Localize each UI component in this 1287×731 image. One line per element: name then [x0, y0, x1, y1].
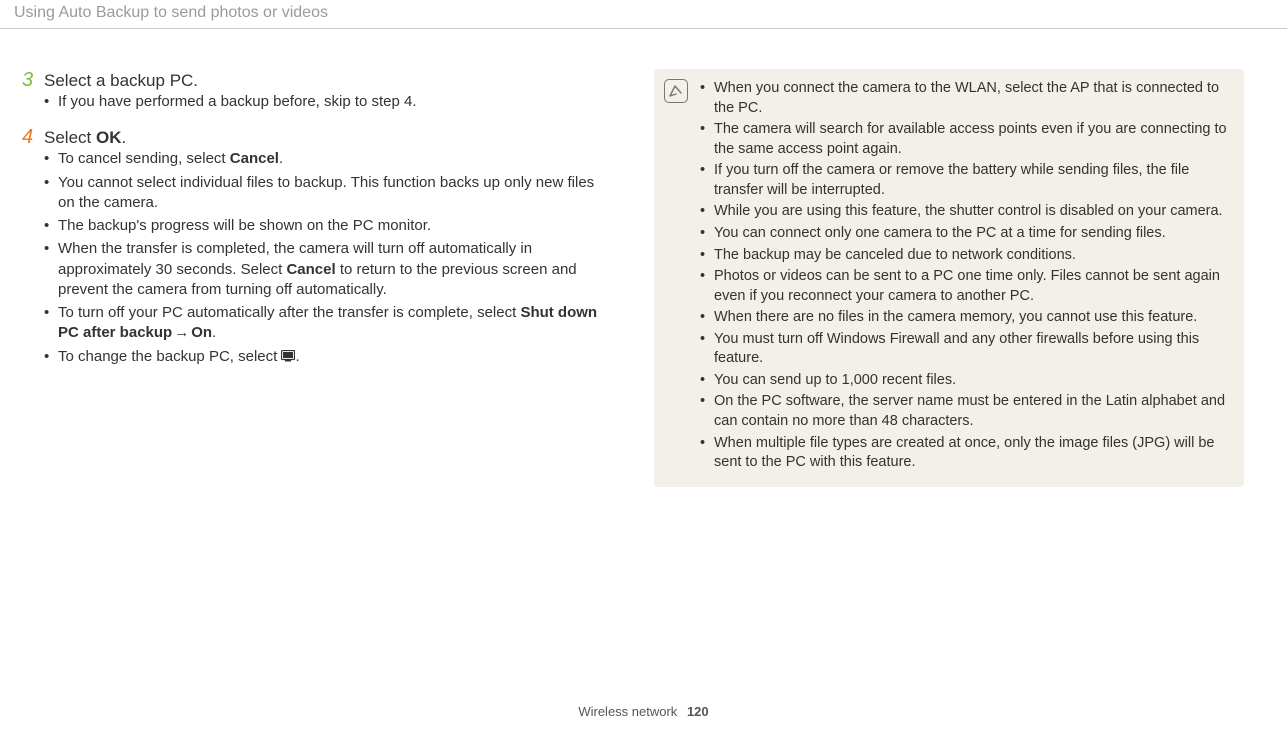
- note-text: When there are no files in the camera me…: [714, 309, 1197, 325]
- footer-page-number: 120: [687, 704, 709, 719]
- note-box: When you connect the camera to the WLAN,…: [654, 69, 1244, 487]
- note-text: You must turn off Windows Firewall and a…: [714, 331, 1199, 367]
- note-item: You can send up to 1,000 recent files.: [700, 371, 1230, 391]
- page-footer: Wireless network 120: [0, 704, 1287, 719]
- content-area: 3 Select a backup PC. If you have perfor…: [0, 29, 1287, 487]
- list-item: You cannot select individual files to ba…: [44, 173, 612, 214]
- right-column: When you connect the camera to the WLAN,…: [654, 69, 1244, 487]
- footer-section: Wireless network: [578, 704, 677, 719]
- note-item: While you are using this feature, the sh…: [700, 202, 1230, 222]
- note-item: When you connect the camera to the WLAN,…: [700, 79, 1230, 118]
- step-3: 3 Select a backup PC. If you have perfor…: [22, 69, 612, 112]
- step-4-heading: Select OK.: [44, 128, 126, 148]
- step-4-head-pre: Select: [44, 128, 96, 147]
- list-item: When the transfer is completed, the came…: [44, 239, 612, 300]
- item-post: .: [279, 150, 283, 167]
- item-text: The backup's progress will be shown on t…: [58, 217, 431, 234]
- step-4-list: To cancel sending, select Cancel. You ca…: [22, 149, 612, 367]
- list-item: If you have performed a backup before, s…: [44, 92, 612, 112]
- step-4-head-post: .: [121, 128, 126, 147]
- note-list: When you connect the camera to the WLAN,…: [700, 79, 1230, 473]
- list-item: To cancel sending, select Cancel.: [44, 149, 612, 169]
- note-item: If you turn off the camera or remove the…: [700, 161, 1230, 200]
- item-pre: To turn off your PC automatically after …: [58, 304, 520, 321]
- note-text: You can connect only one camera to the P…: [714, 225, 1166, 241]
- list-item: To turn off your PC automatically after …: [44, 303, 612, 344]
- note-text: You can send up to 1,000 recent files.: [714, 372, 956, 388]
- item-post: .: [212, 324, 216, 341]
- item-text: If you have performed a backup before, s…: [58, 93, 417, 110]
- note-text: Photos or videos can be sent to a PC one…: [714, 268, 1220, 304]
- step-4-row: 4 Select OK.: [22, 126, 612, 149]
- note-text: On the PC software, the server name must…: [714, 393, 1225, 429]
- item-pre: To change the backup PC, select: [58, 348, 281, 365]
- note-text: The camera will search for available acc…: [714, 121, 1227, 157]
- left-column: 3 Select a backup PC. If you have perfor…: [22, 69, 612, 487]
- step-3-row: 3 Select a backup PC.: [22, 69, 612, 92]
- list-item: The backup's progress will be shown on t…: [44, 216, 612, 236]
- step-3-number: 3: [22, 69, 44, 92]
- item-pre: To cancel sending, select: [58, 150, 230, 167]
- note-text: While you are using this feature, the sh…: [714, 203, 1223, 219]
- step-3-list: If you have performed a backup before, s…: [22, 92, 612, 112]
- note-item: You can connect only one camera to the P…: [700, 224, 1230, 244]
- note-item: The camera will search for available acc…: [700, 120, 1230, 159]
- pc-change-icon: [281, 350, 295, 362]
- note-text: When you connect the camera to the WLAN,…: [714, 80, 1219, 116]
- note-text: The backup may be canceled due to networ…: [714, 247, 1076, 263]
- step-4: 4 Select OK. To cancel sending, select C…: [22, 126, 612, 367]
- item-bold: Cancel: [286, 261, 335, 278]
- note-item: You must turn off Windows Firewall and a…: [700, 330, 1230, 369]
- step-4-number: 4: [22, 126, 44, 149]
- item-bold2: On: [191, 324, 212, 341]
- note-item: When multiple file types are created at …: [700, 434, 1230, 473]
- page-header: Using Auto Backup to send photos or vide…: [0, 0, 1287, 29]
- header-title: Using Auto Backup to send photos or vide…: [14, 4, 328, 21]
- step-4-head-bold: OK: [96, 128, 122, 147]
- arrow-icon: →: [172, 323, 191, 343]
- note-icon: [664, 79, 688, 103]
- note-item: The backup may be canceled due to networ…: [700, 246, 1230, 266]
- step-3-heading: Select a backup PC.: [44, 71, 198, 91]
- item-bold: Cancel: [230, 150, 279, 167]
- note-text: When multiple file types are created at …: [714, 435, 1214, 471]
- note-text: If you turn off the camera or remove the…: [714, 162, 1189, 198]
- item-post: .: [295, 348, 299, 365]
- list-item: To change the backup PC, select .: [44, 347, 612, 367]
- item-text: You cannot select individual files to ba…: [58, 174, 594, 211]
- note-item: When there are no files in the camera me…: [700, 308, 1230, 328]
- note-item: Photos or videos can be sent to a PC one…: [700, 267, 1230, 306]
- note-item: On the PC software, the server name must…: [700, 392, 1230, 431]
